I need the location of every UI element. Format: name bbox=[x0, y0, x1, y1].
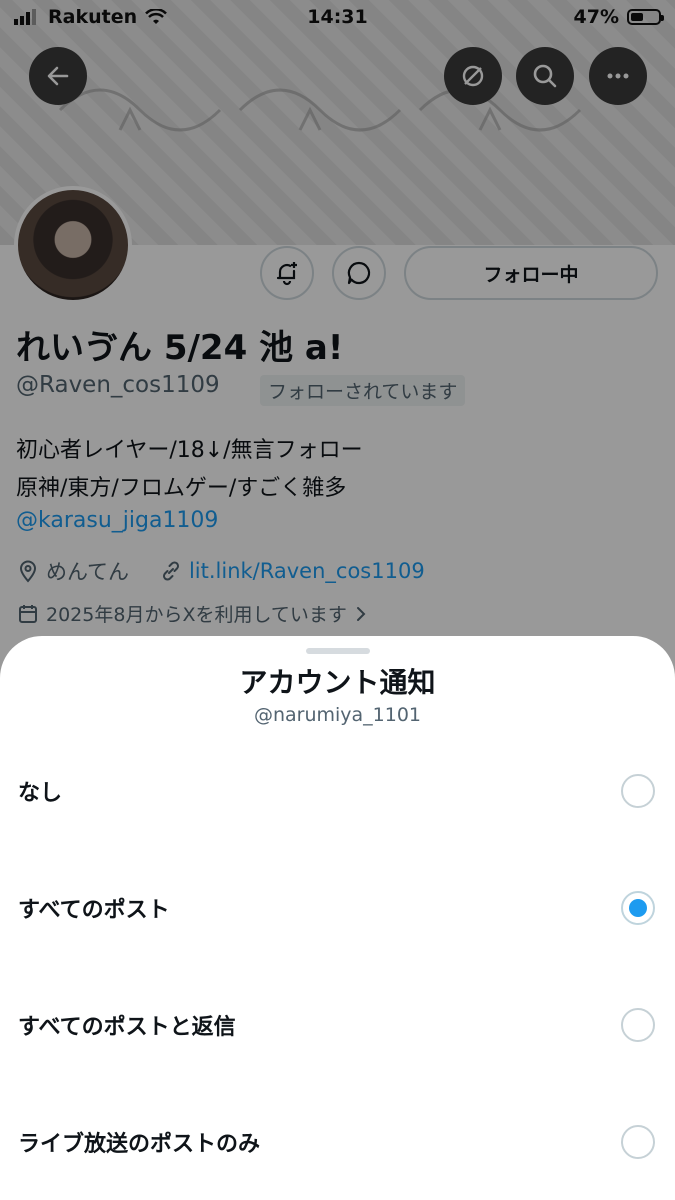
account-notification-sheet: アカウント通知 @narumiya_1101 なし すべてのポスト すべてのポス… bbox=[0, 636, 675, 1200]
sheet-title: アカウント通知 bbox=[239, 666, 436, 699]
radio-live-only[interactable] bbox=[621, 1125, 655, 1159]
option-label: すべてのポスト bbox=[18, 898, 170, 923]
radio-selected-dot bbox=[629, 899, 647, 917]
option-label: すべてのポストと返信 bbox=[18, 1015, 236, 1040]
option-all-posts-and-replies[interactable]: すべてのポストと返信 bbox=[0, 975, 675, 1075]
option-label: なし bbox=[18, 781, 63, 806]
sheet-subtitle: @narumiya_1101 bbox=[253, 704, 422, 726]
radio-all-posts-and-replies[interactable] bbox=[621, 1008, 655, 1042]
option-label: ライブ放送のポストのみ bbox=[18, 1132, 261, 1157]
radio-all-posts[interactable] bbox=[621, 891, 655, 925]
sheet-grabber[interactable] bbox=[306, 648, 370, 654]
radio-none[interactable] bbox=[621, 774, 655, 808]
option-all-posts[interactable]: すべてのポスト bbox=[0, 858, 675, 958]
option-none[interactable]: なし bbox=[0, 741, 675, 841]
option-live-only[interactable]: ライブ放送のポストのみ bbox=[0, 1092, 675, 1192]
